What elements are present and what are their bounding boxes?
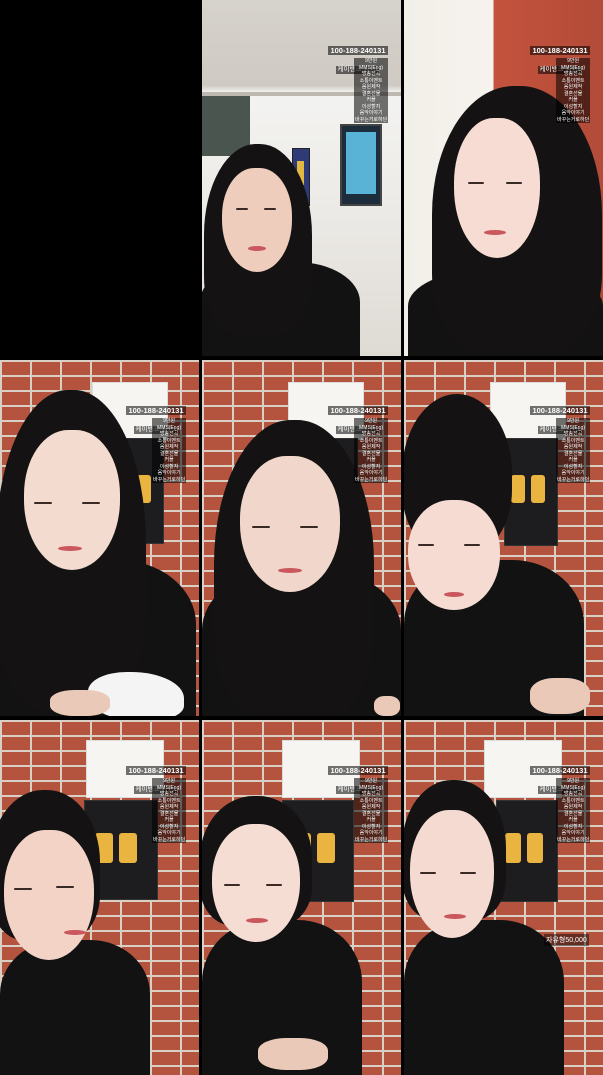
donation-badge: 자유형50,000	[544, 934, 589, 946]
account-number: 100-188-240131	[328, 46, 388, 55]
video-tile-5[interactable]: 100-188-240131 케이뱅크 김민x 9만원 MMS(Eng) 방송선…	[202, 360, 401, 716]
price-item: 바꾸는거로하던	[354, 836, 389, 843]
person-face	[454, 118, 540, 258]
account-number: 100-188-240131	[328, 406, 388, 415]
price-item: 바꾸는거로하던	[556, 476, 591, 483]
hand	[258, 1038, 328, 1070]
price-list: 9만원 MMS(Eng) 방송선곡 소통이벤트 음원제작 결혼선물 커플 이성할…	[354, 778, 389, 843]
video-tile-9[interactable]: 자유형50,000 100-188-240131 케이뱅크 김민x 9만원 MM…	[404, 720, 603, 1075]
video-tile-8[interactable]: 100-188-240131 케이뱅크 김민x 9만원 MMS(Eng) 방송선…	[202, 720, 401, 1075]
hand	[50, 690, 110, 716]
account-number: 100-188-240131	[126, 406, 186, 415]
person-face	[410, 810, 494, 938]
price-list: 9만원 MMS(Eng) 방송선곡 소통이벤트 음원제작 결혼선물 커플 이성할…	[152, 418, 187, 483]
hand	[530, 678, 590, 714]
price-list: 9만원 MMS(Eng) 방송선곡 소통이벤트 음원제작 결혼선물 커플 이성할…	[556, 418, 591, 483]
person-body	[404, 920, 564, 1075]
account-number: 100-188-240131	[126, 766, 186, 775]
account-number: 100-188-240131	[530, 46, 590, 55]
video-tile-1[interactable]	[0, 0, 199, 356]
account-number: 100-188-240131	[530, 766, 590, 775]
price-item: 바꾸는거로하던	[152, 476, 187, 483]
price-list: 9만원 MMS(Eng) 방송선곡 소통이벤트 음원제작 결혼선물 커플 이성할…	[556, 58, 591, 123]
video-tile-4[interactable]: 100-188-240131 케이뱅크 김민x 9만원 MMS(Eng) 방송선…	[0, 360, 199, 716]
hand	[374, 696, 400, 716]
price-list: 9만원 MMS(Eng) 방송선곡 소통이벤트 음원제작 결혼선물 커플 이성할…	[354, 58, 389, 123]
person-face	[222, 168, 292, 272]
price-list: 9만원 MMS(Eng) 방송선곡 소통이벤트 음원제작 결혼선물 커플 이성할…	[556, 778, 591, 843]
video-tile-3[interactable]: 100-188-240131 케이뱅크 김민x 9만원 MMS(Eng) 방송선…	[404, 0, 603, 356]
video-grid: 100-188-240131 케이뱅크 김민x 9만원 MMS(Eng) 방송선…	[0, 0, 603, 1075]
video-tile-6[interactable]: 100-188-240131 케이뱅크 김민x 9만원 MMS(Eng) 방송선…	[404, 360, 603, 716]
person-face	[240, 456, 340, 592]
beer-poster	[504, 438, 558, 546]
price-list: 9만원 MMS(Eng) 방송선곡 소통이벤트 음원제작 결혼선물 커플 이성할…	[354, 418, 389, 483]
price-item: 바꾸는거로하던	[354, 476, 389, 483]
wall-screen	[340, 124, 382, 206]
video-tile-7[interactable]: 100-188-240131 케이뱅크 김민x 9만원 MMS(Eng) 방송선…	[0, 720, 199, 1075]
video-tile-2[interactable]: 100-188-240131 케이뱅크 김민x 9만원 MMS(Eng) 방송선…	[202, 0, 401, 356]
person-face	[24, 430, 120, 570]
person-face	[212, 824, 300, 942]
account-number: 100-188-240131	[328, 766, 388, 775]
price-item: 바꾸는거로하던	[556, 116, 591, 123]
person-body	[0, 940, 150, 1075]
price-list: 9만원 MMS(Eng) 방송선곡 소통이벤트 음원제작 결혼선물 커플 이성할…	[152, 778, 187, 843]
account-number: 100-188-240131	[530, 406, 590, 415]
person-face	[4, 830, 94, 960]
price-item: 바꾸는거로하던	[354, 116, 389, 123]
price-item: 바꾸는거로하던	[152, 836, 187, 843]
person-face	[408, 500, 500, 610]
price-item: 바꾸는거로하던	[556, 836, 591, 843]
